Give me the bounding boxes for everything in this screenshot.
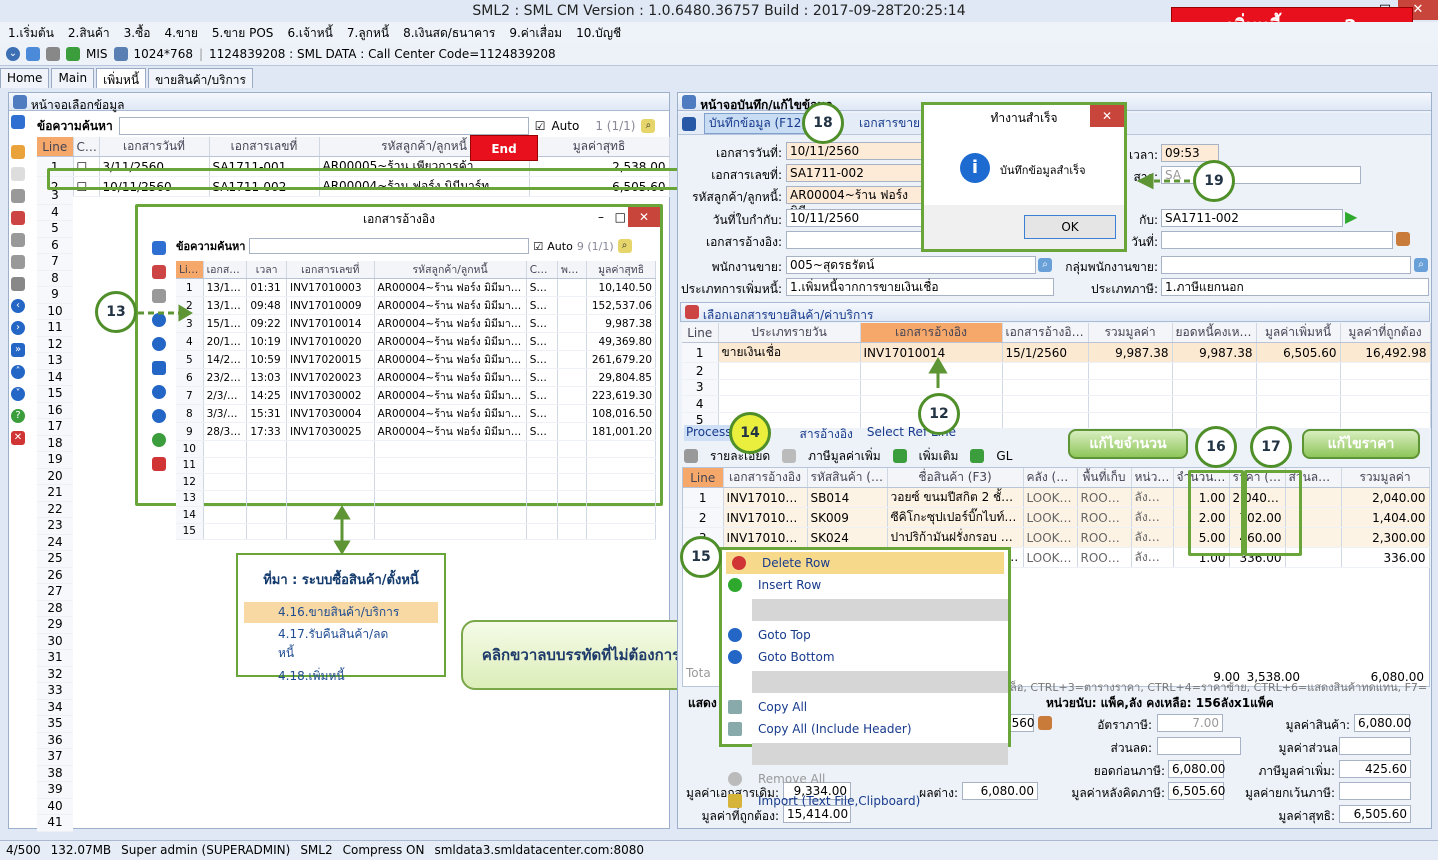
memory-usage: 132.07MB [50,843,112,857]
current-user: Super admin (SUPERADMIN) [121,843,291,857]
record-counter: 4/500 [6,843,41,857]
compress-status: Compress ON [342,843,425,857]
server-address: smldata3.smldatacenter.com:8080 [434,843,645,857]
app-name: SML2 [300,843,333,857]
status-bar: 4/500 132.07MB Super admin (SUPERADMIN) … [0,840,1438,860]
annotation-arrows [138,172,1190,555]
